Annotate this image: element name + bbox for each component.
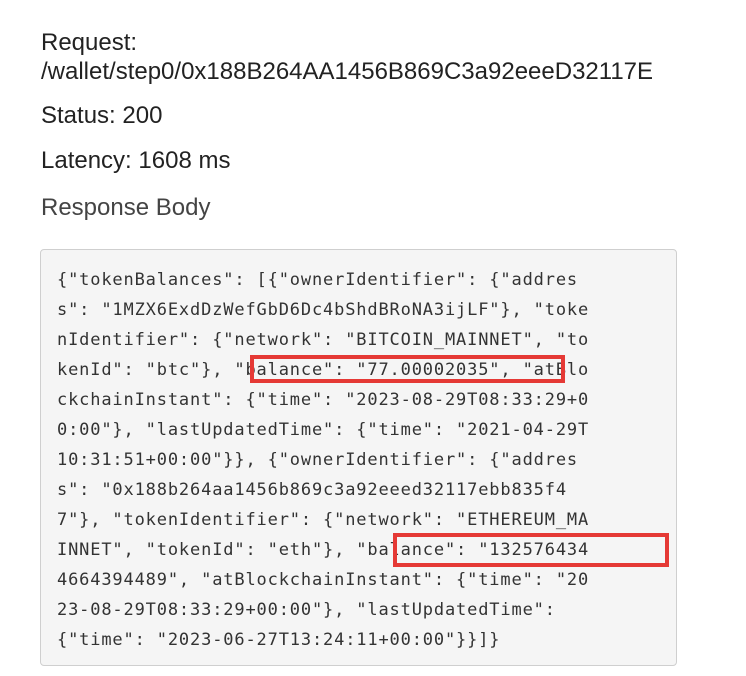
latency-text: Latency: 1608 ms	[41, 147, 231, 174]
code-line: INNET", "tokenId": "eth"}, "balance": "1…	[57, 540, 590, 560]
response-body-heading: Response Body	[41, 194, 211, 221]
code-line: {"time": "2023-06-27T13:24:11+00:00"}}]}	[57, 630, 501, 650]
code-line: 23-08-29T08:33:29+00:00"}, "lastUpdatedT…	[57, 600, 556, 620]
request-label: Request:	[41, 29, 138, 56]
response-body-box: {"tokenBalances": [{"ownerIdentifier": {…	[40, 249, 677, 666]
code-line: 0:00"}, "lastUpdatedTime": {"time": "202…	[57, 420, 590, 440]
code-line: kenId": "btc"}, "balance": "77.00002035"…	[57, 360, 590, 380]
code-line: ckchainInstant": {"time": "2023-08-29T08…	[57, 390, 590, 410]
code-line: s": "1MZX6ExdDzWefGbD6Dc4bShdBRoNA3ijLF"…	[57, 300, 590, 320]
code-line: s": "0x188b264aa1456b869c3a92eeed32117eb…	[57, 480, 567, 500]
code-line: {"tokenBalances": [{"ownerIdentifier": {…	[57, 270, 578, 290]
status-text: Status: 200	[41, 102, 163, 129]
code-line: 4664394489", "atBlockchainInstant": {"ti…	[57, 570, 590, 590]
code-line: 7"}, "tokenIdentifier": {"network": "ETH…	[57, 510, 590, 530]
request-url: /wallet/step0/0x188B264AA1456B869C3a92ee…	[41, 58, 654, 85]
code-line: nIdentifier": {"network": "BITCOIN_MAINN…	[57, 330, 590, 350]
code-line: 10:31:51+00:00"}}, {"ownerIdentifier": {…	[57, 450, 578, 470]
